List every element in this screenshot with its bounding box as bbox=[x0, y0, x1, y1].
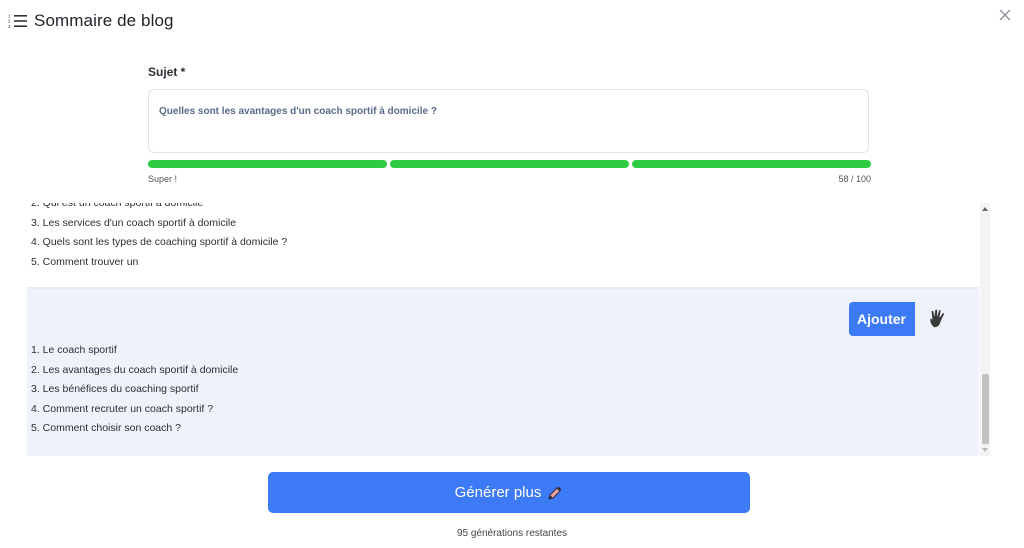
generate-label: Générer plus bbox=[454, 484, 542, 501]
outline-list: 2. Qui est un coach sportif à domicile 3… bbox=[31, 203, 287, 272]
outline-list: 1. Le coach sportif 2. Les avantages du … bbox=[31, 341, 238, 439]
list-item: 5. Comment choisir son coach ? bbox=[31, 422, 181, 434]
waving-hand-icon bbox=[930, 309, 945, 328]
scrollbar-thumb[interactable] bbox=[982, 374, 989, 444]
results-list[interactable]: 2. Qui est un coach sportif à domicile 3… bbox=[27, 203, 990, 456]
list-icon: 1 2 3 bbox=[8, 14, 27, 29]
progress-segment bbox=[632, 160, 871, 168]
scroll-down-arrow-icon[interactable] bbox=[982, 448, 988, 452]
progress-segment bbox=[390, 160, 629, 168]
list-item: 3. Les services d'un coach sportif à dom… bbox=[31, 216, 237, 229]
modal-header: 1 2 3 Sommaire de blog bbox=[8, 8, 174, 34]
quality-label: Super ! bbox=[148, 174, 178, 184]
page-title: Sommaire de blog bbox=[34, 11, 174, 30]
svg-text:3: 3 bbox=[8, 24, 11, 29]
quality-progress-bar bbox=[148, 160, 871, 168]
remaining-generations: 95 générations restantes bbox=[456, 528, 568, 539]
list-item: 3. Les bénéfices du coaching sportif bbox=[31, 383, 199, 395]
list-item: 2. Qui est un coach sportif à domicile bbox=[31, 203, 204, 209]
results-scrollbar[interactable] bbox=[980, 203, 990, 456]
list-item: 1. Le coach sportif bbox=[31, 344, 117, 356]
pen-icon bbox=[548, 486, 562, 500]
list-item: 4. Comment recruter un coach sportif ? bbox=[31, 402, 214, 415]
close-icon[interactable] bbox=[996, 6, 1014, 24]
list-item: 4. Quels sont les types de coaching spor… bbox=[31, 236, 288, 248]
add-button[interactable]: Ajouter bbox=[849, 302, 915, 336]
list-item: 2. Les avantages du coach sportif à domi… bbox=[31, 363, 239, 376]
subject-field[interactable] bbox=[148, 89, 869, 153]
list-item: 5. Comment trouver un bbox=[31, 255, 139, 268]
subject-input[interactable] bbox=[149, 90, 868, 117]
progress-segment bbox=[148, 160, 387, 168]
result-card[interactable]: 2. Qui est un coach sportif à domicile 3… bbox=[27, 203, 979, 287]
character-count: 58 / 100 bbox=[838, 174, 871, 184]
subject-label: Sujet * bbox=[148, 65, 186, 79]
scroll-up-arrow-icon[interactable] bbox=[982, 207, 988, 211]
generate-more-button[interactable]: Générer plus bbox=[268, 472, 750, 513]
result-card-selected[interactable]: Ajouter 1. Le coach sportif 2. Les avant… bbox=[27, 287, 979, 456]
